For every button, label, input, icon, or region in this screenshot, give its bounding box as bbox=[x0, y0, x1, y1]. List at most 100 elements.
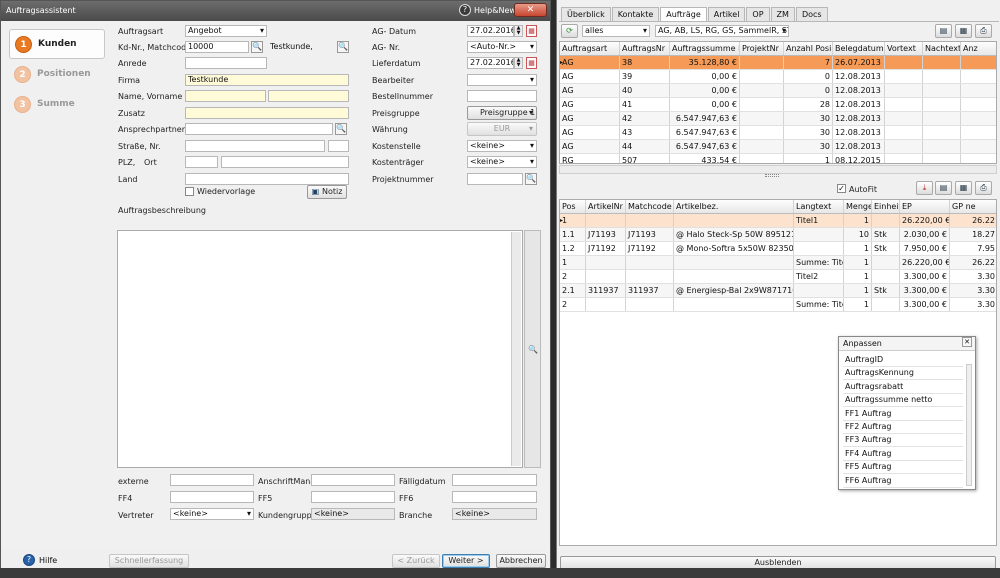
pdf-icon[interactable]: ⤓ bbox=[916, 181, 933, 195]
schnellerfassung-button[interactable]: Schnellerfassung bbox=[109, 554, 189, 568]
zurueck-button[interactable]: < Zurück bbox=[392, 554, 440, 568]
ff5-input[interactable] bbox=[311, 491, 395, 503]
export-icon[interactable]: ▤ bbox=[935, 24, 952, 38]
column-header[interactable]: Anzahl Posi... bbox=[784, 42, 833, 55]
abbrechen-button[interactable]: Abbrechen bbox=[496, 554, 546, 568]
projektnr-search-button[interactable]: 🔍 bbox=[525, 173, 537, 185]
column-header[interactable]: Einheit bbox=[872, 200, 900, 213]
anpassen-item[interactable]: FF5 Auftrag bbox=[843, 461, 963, 475]
kostenstelle-select[interactable]: <keine> bbox=[467, 140, 537, 152]
ansprech-input[interactable] bbox=[185, 123, 333, 135]
beschreibung-textarea[interactable] bbox=[117, 230, 523, 468]
calculator-icon[interactable]: ▦ bbox=[955, 181, 972, 195]
bestellnr-input[interactable] bbox=[467, 90, 537, 102]
column-header[interactable]: Artikelbez. bbox=[674, 200, 794, 213]
tab-auftraege[interactable]: Aufträge bbox=[660, 7, 707, 22]
order-row[interactable]: RG 507 433,54 € 1 08.12.2015 bbox=[560, 154, 996, 163]
splitter-grip[interactable] bbox=[765, 174, 779, 177]
land-input[interactable] bbox=[185, 173, 349, 185]
externe-input[interactable] bbox=[170, 474, 254, 486]
zusatz-input[interactable] bbox=[185, 107, 349, 119]
column-header[interactable]: ArtikelNr bbox=[586, 200, 626, 213]
autofit-checkbox[interactable]: ✓ bbox=[837, 184, 846, 193]
column-header[interactable]: Belegdatum bbox=[833, 42, 885, 55]
step-kunden[interactable]: 1 Kunden bbox=[9, 29, 105, 59]
projektnr-input[interactable] bbox=[467, 173, 523, 185]
ff4-input[interactable] bbox=[170, 491, 254, 503]
print-icon[interactable]: ⎙ bbox=[975, 181, 992, 195]
column-header[interactable]: EP bbox=[900, 200, 950, 213]
anpassen-item[interactable]: FF2 Auftrag bbox=[843, 421, 963, 434]
column-header[interactable]: Nachtext bbox=[923, 42, 961, 55]
ansprech-search-button[interactable]: 🔍 bbox=[335, 123, 347, 135]
position-row[interactable]: 1 Titel1 1 26.220,00 €26.22 bbox=[560, 214, 996, 228]
kostentraeger-select[interactable]: <keine> bbox=[467, 156, 537, 168]
anschrift-input[interactable] bbox=[311, 474, 395, 486]
tab-zm[interactable]: ZM bbox=[770, 7, 795, 21]
vertreter-select[interactable]: <keine> bbox=[170, 508, 254, 520]
matchcode-input[interactable]: Testkunde, bbox=[267, 41, 335, 53]
anpassen-item[interactable]: FF6 Auftrag bbox=[843, 475, 963, 488]
order-row[interactable]: AG 43 6.547.947,63 € 30 12.08.2013 bbox=[560, 126, 996, 140]
tab-kontakte[interactable]: Kontakte bbox=[611, 7, 660, 21]
anpassen-scrollbar[interactable] bbox=[966, 364, 972, 486]
column-header[interactable]: Auftragsart bbox=[560, 42, 620, 55]
beschreibung-scrollbar[interactable] bbox=[511, 232, 521, 466]
zoom-search-button[interactable]: 🔍 bbox=[527, 345, 539, 357]
column-header[interactable]: GP ne bbox=[950, 200, 996, 213]
bearbeiter-select[interactable] bbox=[467, 74, 537, 86]
lieferdatum-spinner[interactable]: ▲ ▼ bbox=[514, 57, 523, 69]
order-row[interactable]: AG 38 35.128,80 € 7 26.07.2013 bbox=[560, 56, 996, 70]
column-header[interactable]: Langtext bbox=[794, 200, 844, 213]
refresh-icon[interactable]: ⟳ bbox=[561, 24, 578, 38]
calendar-icon[interactable]: ▦ bbox=[526, 25, 537, 37]
tab-artikel[interactable]: Artikel bbox=[707, 7, 746, 21]
wiedervorlage-checkbox[interactable] bbox=[185, 187, 194, 196]
anpassen-item[interactable]: Auftragsrabatt bbox=[843, 381, 963, 394]
column-header[interactable]: Auftragssumme Br... bbox=[670, 42, 740, 55]
order-row[interactable]: AG 44 6.547.947,63 € 30 12.08.2013 bbox=[560, 140, 996, 154]
anrede-input[interactable] bbox=[185, 57, 267, 69]
ort-input[interactable] bbox=[221, 156, 349, 168]
tab-ueberblick[interactable]: Überblick bbox=[561, 7, 611, 21]
weiter-button[interactable]: Weiter > bbox=[442, 554, 490, 568]
hausnr-input[interactable] bbox=[328, 140, 349, 152]
column-header[interactable]: ProjektNr bbox=[740, 42, 784, 55]
export-icon[interactable]: ▤ bbox=[935, 181, 952, 195]
column-header[interactable]: Vortext bbox=[885, 42, 923, 55]
calculator-icon[interactable]: ▦ bbox=[955, 24, 972, 38]
column-header[interactable]: Menge bbox=[844, 200, 872, 213]
vorname-input[interactable] bbox=[268, 90, 349, 102]
order-row[interactable]: AG 39 0,00 € 0 12.08.2013 bbox=[560, 70, 996, 84]
close-icon[interactable]: ✕ bbox=[962, 337, 972, 347]
tab-op[interactable]: OP bbox=[746, 7, 770, 21]
anpassen-item[interactable]: FF1 Auftrag bbox=[843, 408, 963, 421]
position-row[interactable]: 1.2 J71192 J71192 @ Mono-Softra 5x50W 82350… bbox=[560, 242, 996, 256]
column-header[interactable]: AuftragsNr bbox=[620, 42, 670, 55]
kdnr-input[interactable]: 10000 bbox=[185, 41, 249, 53]
plz-input[interactable] bbox=[185, 156, 218, 168]
agnr-select[interactable]: <Auto-Nr.> bbox=[467, 41, 537, 53]
position-row[interactable]: 1Summe: Titel1126.220,00 €26.22 bbox=[560, 256, 996, 270]
anpassen-item[interactable]: FF3 Auftrag bbox=[843, 434, 963, 448]
faellig-input[interactable] bbox=[452, 474, 537, 486]
position-row[interactable]: 2 Summe: Titel21 3.300,00 €3.30 bbox=[560, 298, 996, 312]
order-row[interactable]: AG 42 6.547.947,63 € 30 12.08.2013 bbox=[560, 112, 996, 126]
print-icon[interactable]: ⎙ bbox=[975, 24, 992, 38]
notiz-button[interactable]: ▣ Notiz bbox=[307, 185, 347, 199]
preisgruppe-select[interactable]: Preisgruppe 1 ▾ bbox=[467, 106, 537, 120]
matchcode-search-button[interactable]: 🔍 bbox=[337, 41, 349, 53]
agdatum-input[interactable]: 27.02.2016 bbox=[467, 25, 514, 37]
close-button[interactable]: ✕ bbox=[514, 3, 547, 17]
anpassen-item[interactable]: Auftragssumme netto bbox=[843, 394, 963, 408]
calendar-icon[interactable]: ▦ bbox=[526, 57, 537, 69]
order-row[interactable]: AG 40 0,00 € 0 12.08.2013 bbox=[560, 84, 996, 98]
order-row[interactable]: AG 41 0,00 € 28 12.08.2013 bbox=[560, 98, 996, 112]
firma-input[interactable]: Testkunde bbox=[185, 74, 349, 86]
orders-horizontal-scrollbar[interactable] bbox=[559, 165, 997, 174]
anpassen-item[interactable]: AuftragsKennung bbox=[843, 367, 963, 381]
ff6-input[interactable] bbox=[452, 491, 537, 503]
lieferdatum-input[interactable]: 27.02.2016 bbox=[467, 57, 514, 69]
step-summe[interactable]: 3 Summe bbox=[9, 89, 105, 119]
auftragsart-select[interactable]: Angebot bbox=[185, 25, 267, 37]
